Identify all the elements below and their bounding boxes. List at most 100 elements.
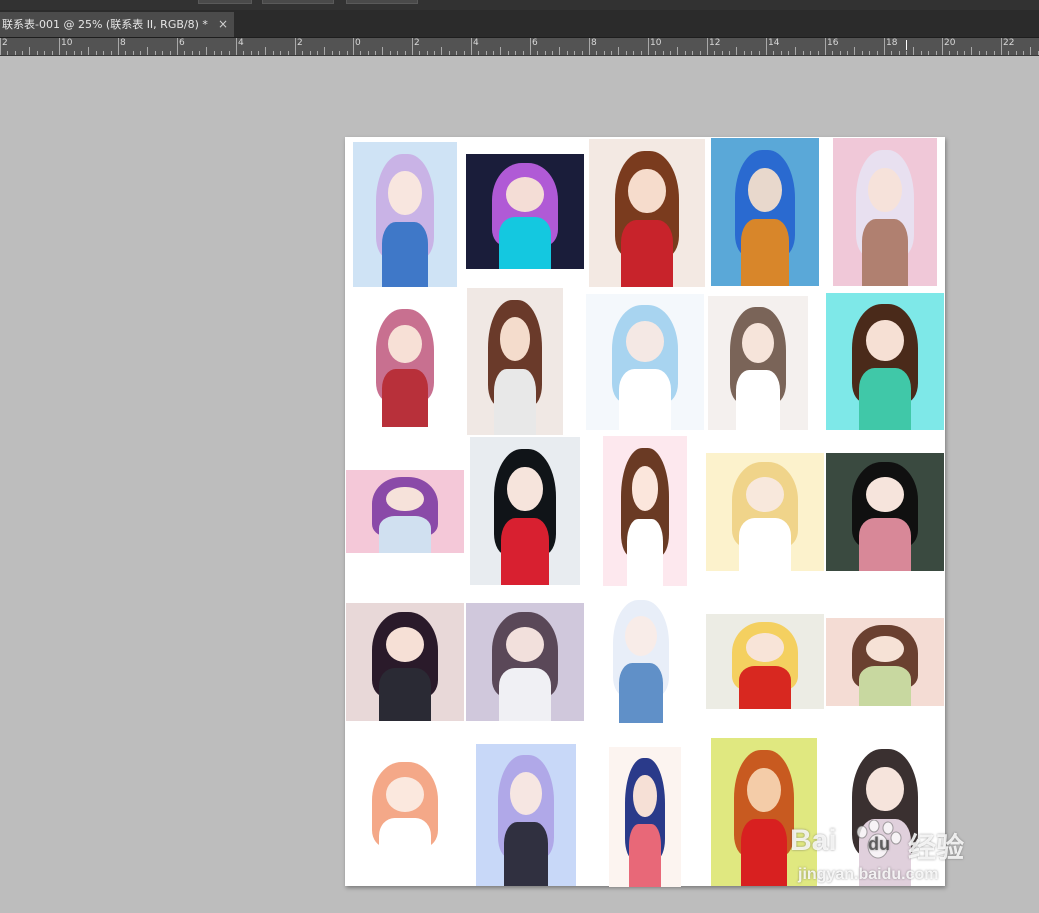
thumb-r3c5[interactable] (826, 453, 944, 571)
document-tab-bar: 联系表-001 @ 25% (联系表 II, RGB/8) * × (0, 10, 1039, 38)
ruler-minor-tick (486, 51, 487, 55)
ruler-minor-tick (81, 51, 82, 55)
character-clothing (741, 219, 789, 286)
ruler-minor-tick (375, 51, 376, 55)
character-clothing (621, 220, 673, 287)
thumb-r3c2[interactable] (470, 437, 580, 585)
watermark-brand-suffix: du (868, 834, 890, 854)
ruler-minor-tick (604, 51, 605, 55)
options-button[interactable] (262, 0, 334, 4)
thumb-r3c4[interactable] (706, 453, 824, 571)
thumb-r1c5[interactable] (833, 138, 937, 286)
ruler-label: 22 (1003, 38, 1015, 48)
thumb-r1c2[interactable] (466, 154, 584, 269)
ruler-minor-tick (626, 51, 627, 55)
ruler-minor-tick (206, 47, 207, 55)
character-clothing (859, 517, 911, 571)
ruler-minor-tick (862, 51, 863, 55)
ruler-minor-tick (559, 47, 560, 55)
close-icon[interactable]: × (218, 12, 228, 37)
watermark-product: 经验 (908, 831, 965, 864)
ruler-minor-tick (419, 51, 420, 55)
ruler-minor-tick (29, 47, 30, 55)
ruler-label: 6 (179, 38, 185, 48)
ruler-minor-tick (170, 51, 171, 55)
ruler-minor-tick (360, 51, 361, 55)
ruler-minor-tick (773, 51, 774, 55)
character-face (510, 772, 542, 815)
ruler-minor-tick (265, 47, 266, 55)
ruler-label: 10 (650, 38, 662, 48)
options-button[interactable] (198, 0, 252, 4)
ruler-minor-tick (1008, 51, 1009, 55)
ruler-label: 6 (532, 38, 538, 48)
ruler-label: 18 (886, 38, 898, 48)
ruler-minor-tick (818, 51, 819, 55)
contact-sheet-document[interactable] (345, 137, 945, 887)
ruler-minor-tick (979, 51, 980, 55)
ruler-minor-tick (913, 47, 914, 55)
ruler-minor-tick (1030, 47, 1031, 55)
ruler-minor-tick (677, 47, 678, 55)
thumb-r4c5[interactable] (826, 618, 944, 706)
character-clothing (862, 219, 908, 286)
ruler-major-tick (0, 38, 1, 55)
thumb-r4c2[interactable] (466, 603, 584, 721)
ruler-minor-tick (847, 51, 848, 55)
thumb-r5c3[interactable] (609, 747, 681, 887)
ruler-minor-tick (655, 51, 656, 55)
ruler-minor-tick (751, 51, 752, 55)
ruler-minor-tick (700, 51, 701, 55)
thumb-r2c2[interactable] (467, 288, 563, 435)
thumb-r3c3[interactable] (603, 436, 687, 586)
ruler-major-tick (295, 38, 296, 55)
document-tab[interactable]: 联系表-001 @ 25% (联系表 II, RGB/8) * × (0, 12, 234, 37)
ruler-minor-tick (427, 51, 428, 55)
watermark-brand: Bai (790, 824, 837, 857)
character-clothing (379, 667, 431, 721)
thumb-r4c3[interactable] (591, 589, 691, 723)
ruler-minor-tick (339, 51, 340, 55)
character-face (386, 626, 424, 662)
ruler-minor-tick (15, 51, 16, 55)
ruler-minor-tick (869, 51, 870, 55)
thumb-r1c3[interactable] (589, 139, 705, 287)
ruler-label: 4 (473, 38, 479, 48)
thumb-r5c2[interactable] (476, 744, 576, 886)
ruler-label: 20 (944, 38, 956, 48)
ruler-minor-tick (184, 51, 185, 55)
thumb-r2c1[interactable] (353, 299, 457, 427)
ruler-minor-tick (949, 51, 950, 55)
thumb-r3c1[interactable] (346, 470, 464, 553)
ruler-minor-tick (52, 51, 53, 55)
ruler-minor-tick (162, 51, 163, 55)
ruler-minor-tick (964, 51, 965, 55)
character-clothing (739, 517, 791, 571)
thumb-r2c3[interactable] (586, 294, 704, 430)
thumb-r4c1[interactable] (346, 603, 464, 721)
ruler-minor-tick (729, 51, 730, 55)
thumb-r4c4[interactable] (706, 614, 824, 709)
ruler-minor-tick (877, 51, 878, 55)
horizontal-ruler[interactable]: 2 10 8 6 4 2 0 2 4 6 8 10 12 14 16 18 20 22 (0, 38, 1039, 56)
ruler-minor-tick (229, 51, 230, 55)
ruler-minor-tick (147, 47, 148, 55)
thumb-r1c1[interactable] (353, 142, 457, 287)
ruler-minor-tick (500, 47, 501, 55)
ruler-label: 8 (591, 38, 597, 48)
ruler-minor-tick (192, 51, 193, 55)
thumb-r5c1[interactable] (346, 753, 464, 871)
character-clothing (500, 518, 550, 585)
options-button[interactable] (346, 0, 418, 4)
ruler-minor-tick (317, 51, 318, 55)
ruler-minor-tick (670, 51, 671, 55)
thumb-r2c5[interactable] (826, 293, 944, 430)
character-face (866, 476, 904, 512)
thumb-r2c4[interactable] (708, 296, 808, 430)
ruler-minor-tick (545, 51, 546, 55)
ruler-minor-tick (273, 51, 274, 55)
thumb-r1c4[interactable] (711, 138, 819, 286)
ruler-minor-tick (44, 51, 45, 55)
ruler-minor-tick (840, 51, 841, 55)
ruler-label: 10 (61, 38, 73, 48)
